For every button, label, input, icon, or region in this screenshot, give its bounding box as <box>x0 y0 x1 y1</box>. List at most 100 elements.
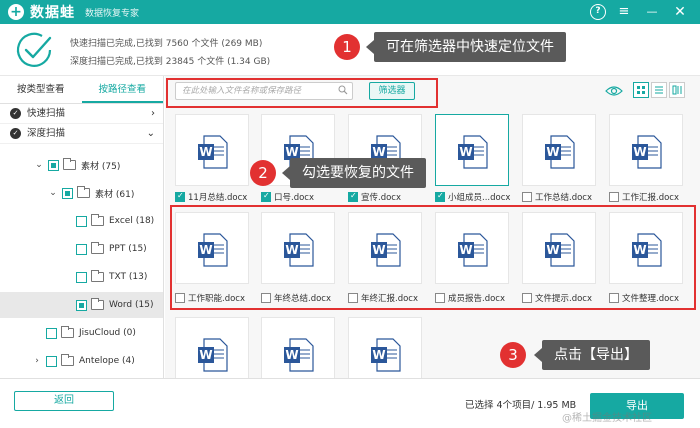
file-name-row[interactable]: 宣传.docx <box>348 191 434 203</box>
detail-view-icon[interactable] <box>669 82 685 98</box>
file-card[interactable]: W <box>348 212 422 284</box>
svg-text:W: W <box>199 145 212 159</box>
deep-scan-row[interactable]: ✓ 深度扫描 ⌄ <box>0 124 163 144</box>
eye-icon[interactable] <box>605 84 623 98</box>
close-icon[interactable]: ✕ <box>672 4 688 20</box>
file-name-row[interactable]: 文件提示.docx <box>522 292 608 304</box>
deep-scan-label: 深度扫描 <box>27 127 66 139</box>
word-doc-icon: W <box>632 135 662 169</box>
tree-checkbox[interactable] <box>76 271 87 283</box>
tab-by-type[interactable]: 按类型查看 <box>0 76 82 103</box>
file-card[interactable]: W <box>522 212 596 284</box>
quick-scan-row[interactable]: ✓ 快速扫描 › <box>0 104 163 124</box>
file-checkbox[interactable] <box>435 191 445 202</box>
file-card[interactable]: W <box>261 212 335 284</box>
folder-icon <box>91 298 104 310</box>
app-name: 数据蛙 <box>30 5 75 21</box>
tree-checkbox[interactable] <box>76 299 87 311</box>
expand-arrow-icon[interactable]: › <box>32 356 42 366</box>
file-card[interactable]: W <box>609 114 683 186</box>
help-icon[interactable]: ? <box>590 4 606 20</box>
menu-icon[interactable]: ≡ <box>616 4 632 20</box>
expand-arrow-icon[interactable]: ⌄ <box>48 188 58 198</box>
selection-summary: 已选择 4个项目/ 1.95 MB <box>465 400 577 411</box>
file-checkbox[interactable] <box>261 293 271 303</box>
app-logo: + 数据蛙 数据恢复专家 <box>8 2 139 22</box>
svg-text:W: W <box>633 145 646 159</box>
tree-checkbox[interactable] <box>76 243 87 255</box>
file-checkbox[interactable] <box>609 192 619 202</box>
expand-arrow-icon[interactable]: ⌄ <box>34 160 44 170</box>
svg-text:W: W <box>285 145 298 159</box>
file-checkbox[interactable] <box>175 191 185 202</box>
file-checkbox[interactable] <box>348 191 358 202</box>
file-card[interactable]: W <box>261 317 335 378</box>
svg-text:W: W <box>459 243 472 257</box>
minimize-icon[interactable]: — <box>644 4 660 20</box>
tree-item-label: TXT (13) <box>109 272 148 282</box>
file-name-row[interactable]: 文件整理.docx <box>609 292 695 304</box>
file-checkbox[interactable] <box>348 293 358 303</box>
tree-item-sucai-61[interactable]: ⌄ 素材 (61) <box>0 180 163 206</box>
file-checkbox[interactable] <box>609 293 619 303</box>
tree-item-antelope[interactable]: › Antelope (4) <box>0 348 163 374</box>
title-bar: + 数据蛙 数据恢复专家 ? ≡ — ✕ <box>0 0 700 24</box>
tab-by-path[interactable]: 按路径查看 <box>81 76 163 103</box>
tree-item-jisucloud[interactable]: JisuCloud (0) <box>0 320 163 346</box>
file-name: 工作汇报.docx <box>622 193 680 203</box>
file-name-row[interactable]: 口号.docx <box>261 191 347 203</box>
filter-button[interactable]: 筛选器 <box>369 82 415 100</box>
file-name-row[interactable]: 小组成员...docx <box>435 191 521 203</box>
file-card[interactable]: W <box>348 317 422 378</box>
file-name-row[interactable]: 年终汇报.docx <box>348 292 434 304</box>
tree-checkbox[interactable] <box>76 215 87 227</box>
search-placeholder: 在此处输入文件名称或保存路径 <box>182 86 302 96</box>
file-name-row[interactable]: 成员报告.docx <box>435 292 521 304</box>
back-button[interactable]: 返回 <box>14 391 114 411</box>
file-name: 文件提示.docx <box>535 294 593 304</box>
file-checkbox[interactable] <box>175 293 185 303</box>
tree-checkbox[interactable] <box>62 187 73 199</box>
file-checkbox[interactable] <box>522 293 532 303</box>
scan-complete-icon <box>16 32 52 67</box>
tree-item-label: 素材 (75) <box>81 161 121 172</box>
chevron-right-icon[interactable]: › <box>151 104 155 124</box>
file-name-row[interactable]: 年终总结.docx <box>261 292 347 304</box>
file-card[interactable]: W <box>175 212 249 284</box>
file-card[interactable]: W <box>435 212 509 284</box>
file-name: 工作总结.docx <box>535 193 593 203</box>
file-checkbox[interactable] <box>261 191 271 202</box>
grid-view-icon[interactable] <box>633 82 649 98</box>
search-input[interactable]: 在此处输入文件名称或保存路径 <box>175 82 353 100</box>
file-name-row[interactable]: 工作职能.docx <box>175 292 261 304</box>
file-name-row[interactable]: 工作总结.docx <box>522 191 608 203</box>
tree-item-ppt[interactable]: PPT (15) <box>0 236 163 262</box>
word-doc-icon: W <box>371 233 401 267</box>
app-subtitle: 数据恢复专家 <box>85 8 140 19</box>
tree-checkbox[interactable] <box>46 355 57 367</box>
file-checkbox[interactable] <box>435 293 445 303</box>
tree-item-sucai-75[interactable]: ⌄ 素材 (75) <box>0 152 163 178</box>
svg-text:W: W <box>372 243 385 257</box>
chevron-down-icon[interactable]: ⌄ <box>147 124 155 144</box>
file-card[interactable]: W <box>435 114 509 186</box>
tree-item-word[interactable]: Word (15) <box>0 292 163 318</box>
file-name-row[interactable]: 工作汇报.docx <box>609 191 695 203</box>
file-card[interactable]: W <box>522 114 596 186</box>
deep-scan-summary: 深度扫描已完成,已找到 23845 个文件 (1.34 GB) <box>70 57 271 67</box>
tree-checkbox[interactable] <box>48 159 59 171</box>
file-checkbox[interactable] <box>522 192 532 202</box>
tree-item-txt[interactable]: TXT (13) <box>0 264 163 290</box>
list-view-icon[interactable] <box>651 82 667 98</box>
file-card[interactable]: W <box>609 212 683 284</box>
tree-item-excel[interactable]: Excel (18) <box>0 208 163 234</box>
folder-icon <box>63 158 76 170</box>
search-icon[interactable] <box>338 85 348 95</box>
folder-icon <box>91 242 104 254</box>
file-card[interactable]: W <box>175 114 249 186</box>
tree-checkbox[interactable] <box>46 327 57 339</box>
word-doc-icon: W <box>284 338 314 372</box>
word-doc-icon: W <box>371 338 401 372</box>
file-name-row[interactable]: 11月总结.docx <box>175 191 261 203</box>
file-card[interactable]: W <box>175 317 249 378</box>
